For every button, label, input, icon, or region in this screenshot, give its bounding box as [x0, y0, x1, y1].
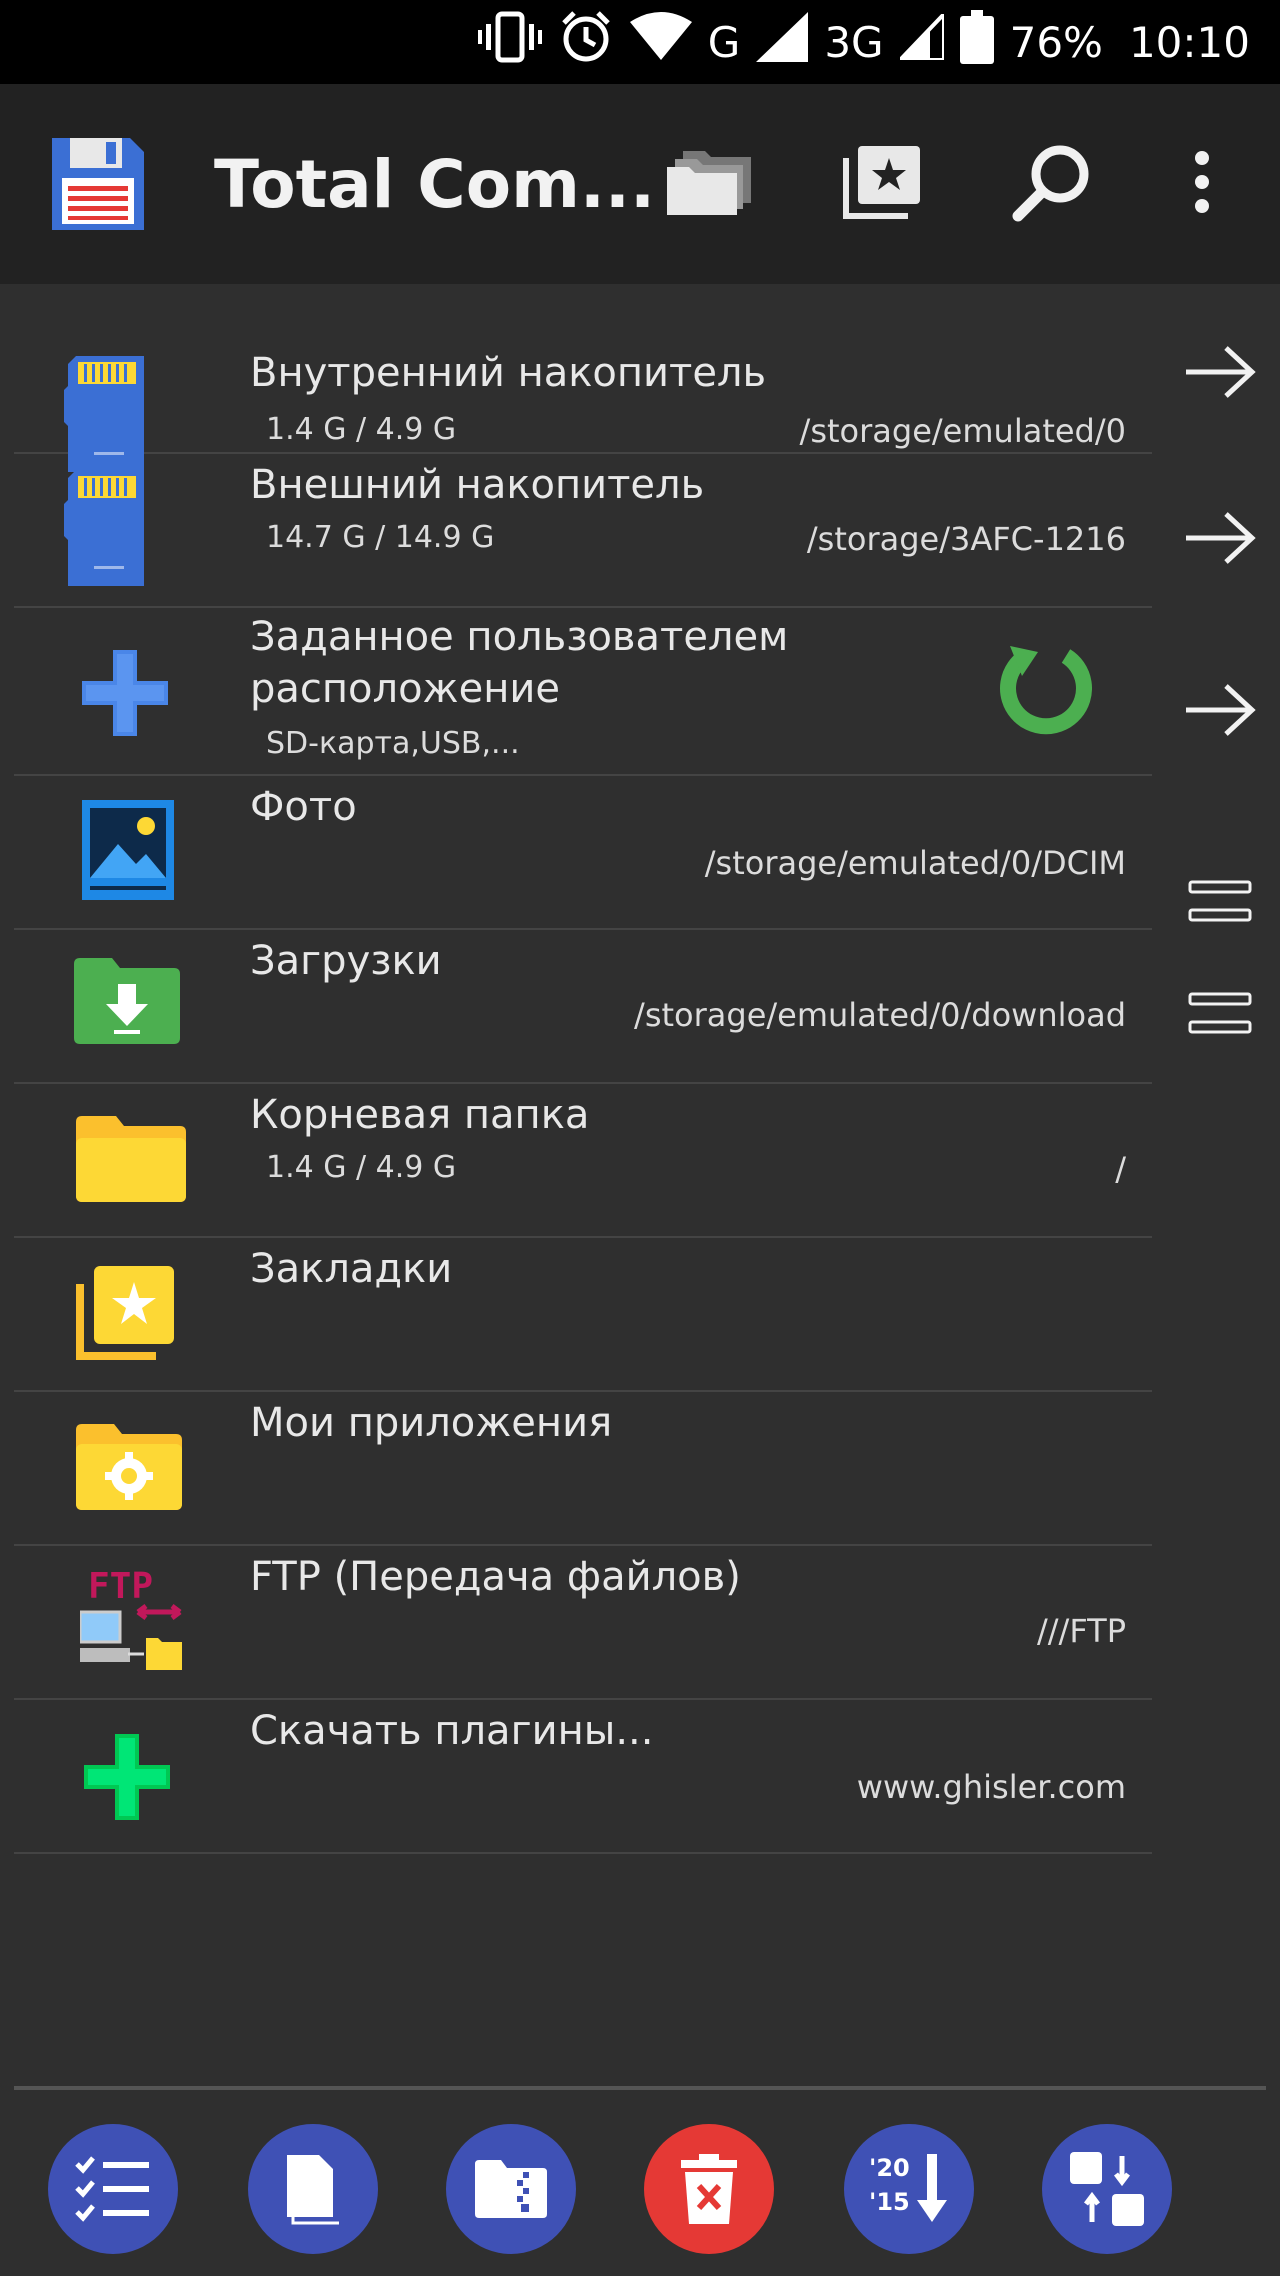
list-item-bookmarks[interactable]: Закладки [14, 1238, 1152, 1392]
item-title: Внутренний накопитель [250, 350, 767, 396]
checklist-icon [75, 2156, 149, 2222]
sort-icon-top-label: '20 [869, 2154, 910, 2182]
list-item-custom-location[interactable]: Заданное пользователем расположение SD-к… [14, 608, 1152, 776]
folder-icon [76, 1116, 186, 1206]
sort-button[interactable]: '20 '15 [844, 2124, 974, 2254]
battery-icon [959, 10, 994, 74]
select-button[interactable] [48, 2124, 178, 2254]
menu-icon [1188, 992, 1252, 1034]
item-title: Фото [250, 784, 357, 830]
item-title-line2: расположение [250, 666, 560, 712]
item-title: Закладки [250, 1246, 453, 1292]
green-plus-icon [84, 1734, 170, 1824]
item-title: Загрузки [250, 938, 442, 984]
bookmark-star-icon [76, 1264, 176, 1364]
sort-icon-bottom-label: '15 [869, 2188, 910, 2216]
folders-icon [665, 147, 755, 221]
item-title-line1: Заданное пользователем [250, 614, 789, 660]
list-item-photos[interactable]: Фото /storage/emulated/0/DCIM [14, 776, 1152, 930]
item-size: 1.4 G / 4.9 G [266, 1150, 457, 1185]
list-item-download-plugins[interactable]: Скачать плагины... www.ghisler.com [14, 1700, 1152, 1854]
list-item-downloads[interactable]: Загрузки /storage/emulated/0/download [14, 930, 1152, 1084]
download-folder-icon [74, 958, 180, 1048]
battery-level: 76% [1009, 17, 1103, 67]
floppy-disk-icon [48, 134, 148, 234]
open-custom-location-button[interactable] [1178, 678, 1262, 742]
menu-icon [1188, 880, 1252, 922]
item-path: / [1115, 1150, 1126, 1188]
file-icon [287, 2155, 339, 2225]
bookmarks-button[interactable] [834, 136, 930, 232]
swap-icon [1070, 2152, 1144, 2226]
item-title: FTP (Передача файлов) [250, 1554, 741, 1600]
ftp-icon-label: FTP [88, 1566, 154, 1607]
search-icon [1010, 140, 1094, 228]
item-title: Скачать плагины... [250, 1708, 654, 1754]
sd-card-icon [64, 470, 144, 590]
item-path: www.ghisler.com [856, 1768, 1126, 1806]
signal-icon [756, 12, 809, 72]
item-path: /storage/3AFC-1216 [806, 520, 1126, 558]
downloads-menu-button[interactable] [1178, 982, 1262, 1046]
network-type-g: G [707, 17, 741, 67]
arrow-right-icon [1186, 346, 1256, 398]
search-button[interactable] [1004, 136, 1100, 232]
list-item-ftp[interactable]: FTP FTP (Передача файлов) ///FTP [14, 1546, 1152, 1700]
image-icon [82, 800, 174, 904]
list-item-my-apps[interactable]: Мои приложения [14, 1392, 1152, 1546]
app-title: Total Com... [214, 146, 656, 223]
item-path: /storage/emulated/0 [799, 412, 1126, 450]
photos-menu-button[interactable] [1178, 870, 1262, 934]
swap-panels-button[interactable] [1042, 2124, 1172, 2254]
zip-folder-icon [475, 2160, 547, 2218]
folders-button[interactable] [662, 136, 758, 232]
refresh-icon [1000, 646, 1092, 735]
arrow-right-icon [1186, 512, 1256, 564]
more-vertical-icon [1192, 150, 1212, 218]
bookmark-star-icon [842, 144, 922, 224]
new-file-button[interactable] [248, 2124, 378, 2254]
list-item-internal-storage[interactable]: Внутренний накопитель 1.4 G / 4.9 G /sto… [14, 300, 1152, 472]
list-item-external-storage[interactable]: Внешний накопитель 14.7 G / 14.9 G /stor… [14, 454, 1152, 608]
overflow-menu-button[interactable] [1154, 136, 1250, 232]
item-path: ///FTP [1036, 1612, 1126, 1650]
trash-icon [681, 2154, 737, 2224]
plus-icon [82, 650, 168, 740]
list-item-root-folder[interactable]: Корневая папка 1.4 G / 4.9 G / [14, 1084, 1152, 1238]
item-size: 14.7 G / 14.9 G [266, 520, 495, 555]
app-bar: Total Com... [0, 84, 1280, 284]
storage-list: Внутренний накопитель 1.4 G / 4.9 G /sto… [14, 300, 1152, 1854]
item-subtitle: SD-карта,USB,... [266, 726, 520, 761]
archive-button[interactable] [446, 2124, 576, 2254]
item-title: Корневая папка [250, 1092, 590, 1138]
network-type-3g: 3G [824, 17, 884, 67]
delete-button[interactable] [644, 2124, 774, 2254]
settings-folder-icon [76, 1424, 182, 1514]
status-bar: G 3G 76% 10:10 [0, 0, 1280, 84]
item-path: /storage/emulated/0/DCIM [704, 844, 1126, 882]
bottom-toolbar: '20 '15 [0, 2090, 1280, 2276]
ftp-icon: FTP [80, 1566, 200, 1676]
alarm-icon [558, 9, 614, 75]
item-size: 1.4 G / 4.9 G [266, 412, 457, 447]
item-title: Внешний накопитель [250, 462, 705, 508]
item-title: Мои приложения [250, 1400, 613, 1446]
vibrate-icon [477, 10, 542, 74]
refresh-button[interactable] [996, 642, 1092, 742]
open-internal-storage-button[interactable] [1178, 340, 1262, 404]
open-external-storage-button[interactable] [1178, 506, 1262, 570]
item-path: /storage/emulated/0/download [634, 996, 1126, 1034]
signal-icon-2 [894, 9, 946, 70]
sort-date-icon: '20 '15 [869, 2154, 949, 2224]
clock: 10:10 [1128, 17, 1250, 67]
wifi-icon [629, 12, 692, 72]
arrow-right-icon [1186, 684, 1256, 736]
